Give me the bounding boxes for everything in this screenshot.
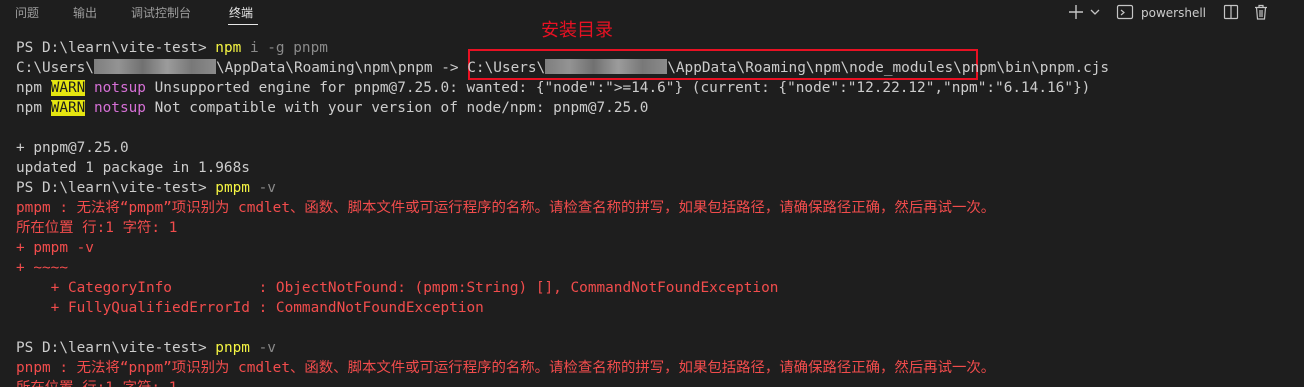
command: pmpm	[215, 180, 250, 196]
split-icon[interactable]	[1221, 2, 1241, 22]
prompt: PS D:\learn\vite-test>	[16, 40, 216, 56]
command-args: i -g pnpm	[241, 40, 328, 56]
plus-icon[interactable]	[1067, 2, 1085, 22]
error-line: 所在位置 行:1 字符: 1	[16, 220, 178, 236]
terminal-output[interactable]: PS D:\learn\vite-test> npm i -g pnpm C:\…	[16, 38, 1296, 387]
tab-debug-console[interactable]: 调试控制台	[131, 5, 191, 21]
error-line: pnpm : 无法将“pnpm”项识别为 cmdlet、函数、脚本文件或可运行程…	[16, 360, 996, 376]
redacted-username	[545, 59, 668, 74]
tab-terminal[interactable]: 终端	[229, 5, 253, 21]
warn-badge: WARN	[50, 100, 86, 116]
prompt: PS D:\learn\vite-test>	[16, 340, 216, 356]
command-args: -v	[249, 180, 276, 196]
command-args: -v	[249, 340, 276, 356]
error-line: 所在位置 行:1 字符: 1	[16, 378, 177, 387]
trash-icon[interactable]	[1251, 2, 1271, 22]
terminal-line: updated 1 package in 1.968s	[16, 160, 250, 176]
tab-problems[interactable]: 问题	[15, 5, 39, 21]
error-line: + FullyQualifiedErrorId : CommandNotFoun…	[16, 300, 484, 316]
panel-tab-bar: 问题 输出 调试控制台 终端 powershell	[0, 0, 1304, 27]
path-segment: C:\Users\	[16, 60, 94, 76]
warn-text: Not compatible with your version of node…	[145, 100, 649, 116]
terminal-line: PS D:\learn\vite-test> pmpm -v	[16, 178, 276, 198]
shell-name[interactable]: powershell	[1141, 5, 1206, 21]
warn-badge: WARN	[50, 80, 86, 96]
error-line: pmpm : 无法将“pmpm”项识别为 cmdlet、函数、脚本文件或可运行程…	[16, 200, 996, 216]
path-segment: \AppData\Roaming\npm\node_modules\	[667, 60, 962, 76]
terminal-line: + pnpm@7.25.0	[16, 140, 129, 156]
npm-label: npm	[16, 80, 51, 96]
tab-output[interactable]: 输出	[73, 5, 97, 21]
path-segment: \AppData\Roaming\npm\pnpm ->	[215, 60, 468, 76]
path-segment: C:\Users\	[467, 60, 546, 76]
command: pnpm	[215, 340, 250, 356]
terminal-line: C:\Users\ \AppData\Roaming\npm\pnpm -> C:…	[16, 58, 1109, 78]
terminal-icon[interactable]	[1115, 2, 1135, 22]
path-segment: pnpm\bin\pnpm.cjs	[961, 60, 1110, 76]
npm-label: npm	[16, 100, 51, 116]
warn-text: Unsupported engine for pnpm@7.25.0: want…	[145, 80, 1091, 96]
error-line: + CategoryInfo : ObjectNotFound: (pmpm:S…	[16, 280, 779, 296]
chevron-down-icon[interactable]	[1089, 2, 1101, 22]
prompt: PS D:\learn\vite-test>	[16, 180, 216, 196]
notsup-label: notsup	[85, 100, 146, 116]
notsup-label: notsup	[85, 80, 146, 96]
command: npm	[215, 40, 242, 56]
terminal-line: npm WARN notsup Unsupported engine for p…	[16, 78, 1090, 98]
terminal-line: PS D:\learn\vite-test> npm i -g pnpm	[16, 38, 328, 58]
error-line: + pmpm -v	[16, 240, 94, 256]
terminal-line: PS D:\learn\vite-test> pnpm -v	[16, 338, 276, 358]
terminal-line: npm WARN notsup Not compatible with your…	[16, 98, 648, 118]
active-tab-indicator	[228, 24, 258, 25]
redacted-username	[93, 59, 216, 74]
error-line: + ~~~~	[16, 260, 68, 276]
